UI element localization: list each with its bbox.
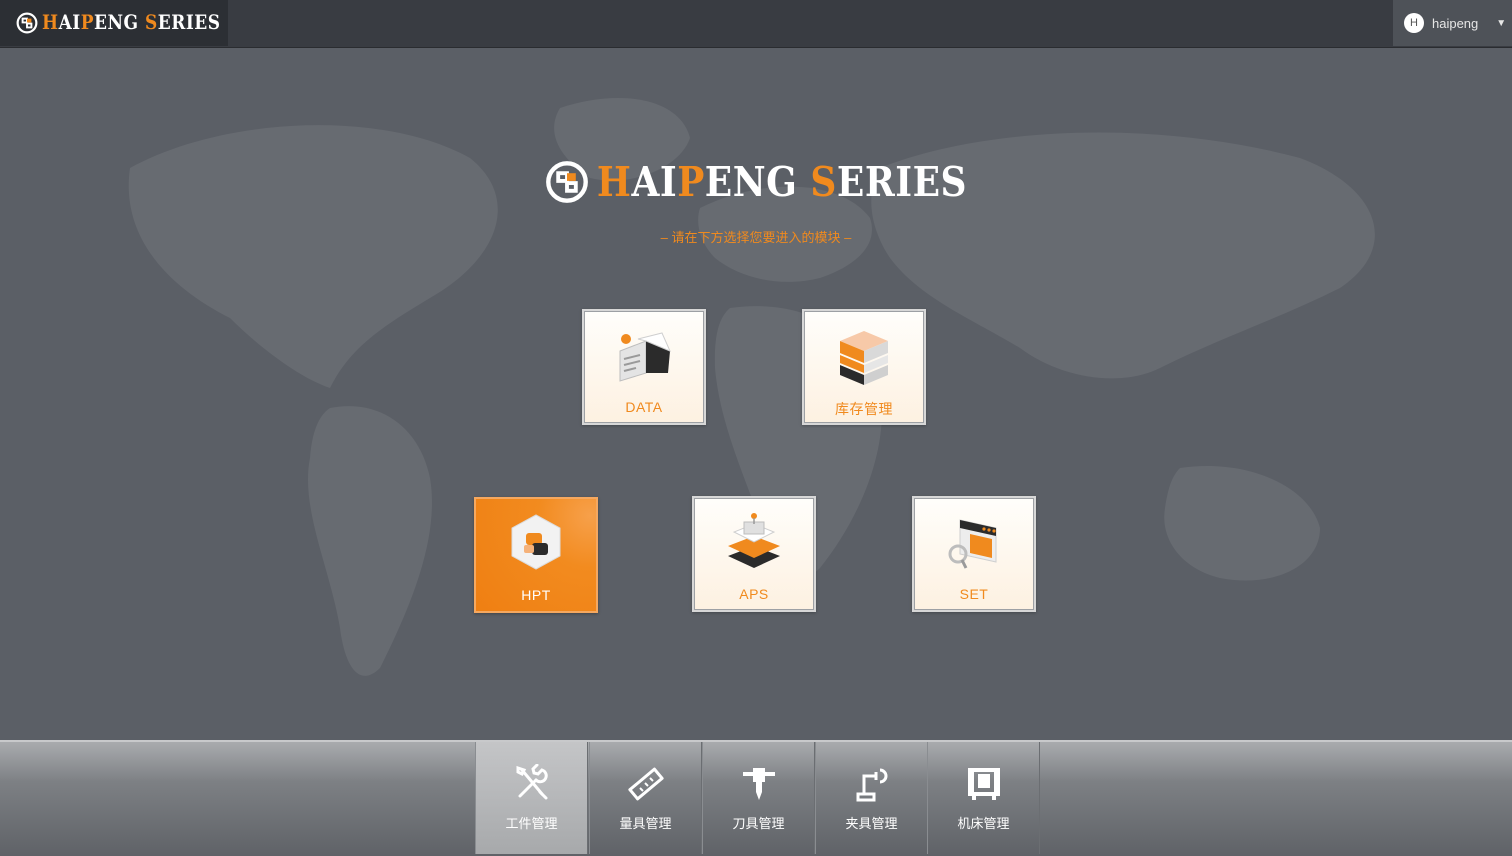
- nav-item-gauge[interactable]: 量具管理: [589, 742, 702, 854]
- machine-tool-icon: [928, 764, 1039, 804]
- module-stage: HAIPENG SERIES – 请在下方选择您要进入的模块 – DATA 库存…: [0, 48, 1512, 740]
- nav-label: 夹具管理: [845, 816, 898, 831]
- hero-logo: HAIPENG SERIES: [545, 157, 968, 207]
- module-tile-set[interactable]: SET: [912, 496, 1036, 612]
- module-label: 库存管理: [835, 401, 893, 417]
- module-tile-aps[interactable]: APS: [692, 496, 816, 612]
- module-label: HPT: [521, 587, 551, 603]
- inventory-stack-icon: [804, 329, 924, 389]
- nav-item-cutting-tool[interactable]: 刀具管理: [702, 742, 815, 854]
- hero-subtitle: – 请在下方选择您要进入的模块 –: [660, 230, 852, 245]
- settings-search-icon: [914, 512, 1034, 572]
- header-brand-name: HAIPENG SERIES: [42, 11, 221, 35]
- module-label: DATA: [625, 399, 663, 415]
- world-map-background: [0, 48, 1512, 740]
- ruler-icon: [590, 764, 701, 804]
- nav-label: 刀具管理: [732, 816, 785, 831]
- module-tile-hpt[interactable]: HPT: [474, 497, 598, 613]
- module-label: APS: [739, 586, 769, 602]
- nav-item-workpiece[interactable]: 工件管理: [475, 742, 588, 854]
- nav-item-fixture[interactable]: 夹具管理: [815, 742, 928, 854]
- nav-item-machine-tool[interactable]: 机床管理: [927, 742, 1040, 854]
- hero-section: HAIPENG SERIES – 请在下方选择您要进入的模块 –: [0, 157, 1512, 246]
- brand-emblem-icon: [546, 161, 588, 203]
- user-menu[interactable]: H haipeng ▼: [1393, 0, 1512, 46]
- brand-emblem-icon: [16, 12, 38, 34]
- top-bar: HAIPENG SERIES H haipeng ▼: [0, 0, 1512, 48]
- avatar: H: [1404, 13, 1424, 33]
- nav-label: 工件管理: [505, 816, 558, 831]
- username: haipeng: [1432, 15, 1479, 31]
- data-server-icon: [584, 329, 704, 389]
- cutting-tool-icon: [703, 764, 814, 804]
- fixture-arm-icon: [816, 764, 927, 804]
- nav-label: 机床管理: [957, 816, 1010, 831]
- chevron-down-icon[interactable]: ▼: [1496, 18, 1506, 29]
- module-label: SET: [959, 586, 989, 602]
- module-tile-data[interactable]: DATA: [582, 309, 706, 425]
- aps-layers-icon: [694, 512, 814, 572]
- module-tile-inventory[interactable]: 库存管理: [802, 309, 926, 425]
- hpt-hexagon-icon: [476, 513, 596, 573]
- header-logo[interactable]: HAIPENG SERIES: [0, 0, 228, 46]
- wrench-screwdriver-icon: [476, 764, 587, 804]
- hero-brand-name: HAIPENG SERIES: [596, 157, 968, 207]
- nav-label: 量具管理: [619, 816, 672, 831]
- bottom-nav: 工件管理 量具管理 刀具管理 夹具管理 机床管理: [0, 740, 1512, 856]
